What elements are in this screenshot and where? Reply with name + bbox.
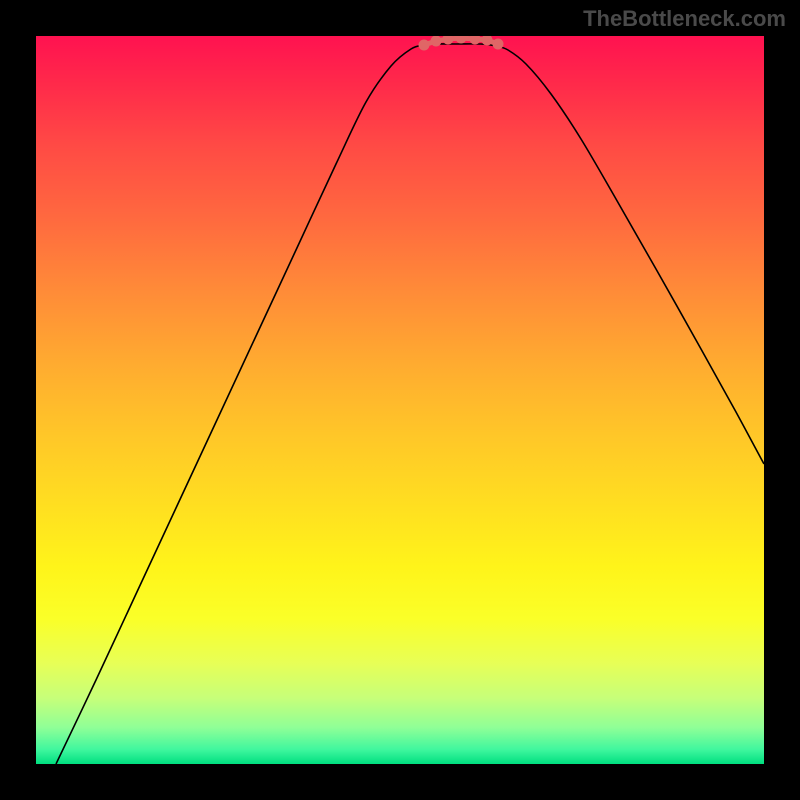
highlight-dot <box>419 40 430 51</box>
plot-area <box>36 36 764 764</box>
watermark-text: TheBottleneck.com <box>583 6 786 32</box>
highlight-dot <box>493 39 504 50</box>
highlight-dots <box>419 36 504 51</box>
highlight-dot <box>456 36 467 44</box>
bottleneck-curve <box>56 44 764 764</box>
chart-svg <box>36 36 764 764</box>
highlight-dot <box>431 36 442 47</box>
